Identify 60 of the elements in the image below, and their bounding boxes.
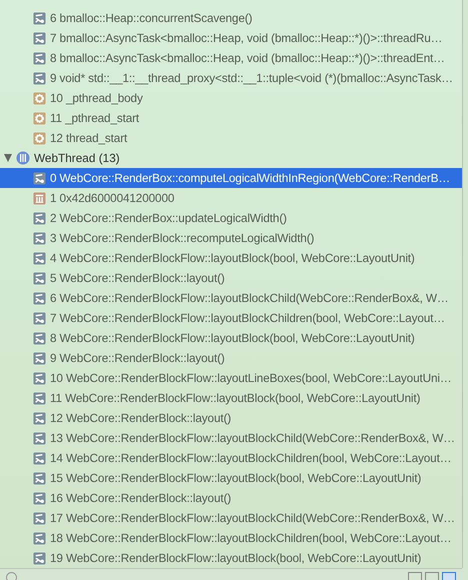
stack-frame-row[interactable]: 13 WebCore::RenderBlockFlow::layoutBlockChild(WebCore::RenderBox&, W…: [0, 428, 462, 448]
stack-frame-row[interactable]: 7 bmalloc::AsyncTask<bmalloc::Heap, void (bmalloc::Heap::*)()>::threadRu…: [0, 28, 462, 48]
stack-frame-row[interactable]: 14 WebCore::RenderBlockFlow::layoutBlockChildren(bool, WebCore::Layout…: [0, 448, 462, 468]
function-icon: [33, 412, 46, 424]
function-icon: [33, 32, 46, 44]
stack-frame-row[interactable]: 11 _pthread_start: [0, 108, 462, 128]
stack-frame-row[interactable]: 10 _pthread_body: [0, 88, 462, 108]
function-icon: [33, 552, 46, 564]
function-icon: [33, 312, 46, 324]
stack-frame-row[interactable]: 9 WebCore::RenderBlock::layout(): [0, 348, 462, 368]
stack-frame-row[interactable]: 8 WebCore::RenderBlockFlow::layoutBlock(bool, WebCore::LayoutUnit): [0, 328, 462, 348]
function-icon: [33, 252, 46, 264]
columns-icon: [33, 192, 46, 204]
function-icon: [33, 432, 46, 444]
stack-frame-row[interactable]: 6 bmalloc::Heap::concurrentScavenge(): [0, 8, 462, 28]
stack-frame-row[interactable]: 6 WebCore::RenderBlockFlow::layoutBlockChild(WebCore::RenderBox&, W…: [0, 288, 462, 308]
function-icon: [33, 472, 46, 484]
gear-icon: [33, 132, 46, 144]
stack-frame-row[interactable]: 15 WebCore::RenderBlockFlow::layoutBlock(bool, WebCore::LayoutUnit): [0, 468, 462, 488]
stack-frame-row[interactable]: 18 WebCore::RenderBlockFlow::layoutBlockChildren(bool, WebCore::Layout…: [0, 528, 462, 548]
function-icon: [33, 292, 46, 304]
filter-toggle-button[interactable]: [442, 572, 456, 580]
stack-frame-row[interactable]: 8 bmalloc::AsyncTask<bmalloc::Heap, void (bmalloc::Heap::*)()>::threadEnt…: [0, 48, 462, 68]
stack-frame-row[interactable]: 10 WebCore::RenderBlockFlow::layoutLineBoxes(bool, WebCore::LayoutUni…: [0, 368, 462, 388]
stack-frame-row[interactable]: 0 WebCore::RenderBox::computeLogicalWidthInRegion(WebCore::RenderB…: [0, 168, 462, 188]
filter-toggle-button[interactable]: [425, 572, 439, 580]
stack-frame-row[interactable]: 4 WebCore::RenderBlockFlow::layoutBlock(bool, WebCore::LayoutUnit): [0, 248, 462, 268]
stack-frame-row[interactable]: 12 thread_start: [0, 128, 462, 148]
stack-frame-row[interactable]: 3 WebCore::RenderBlock::recomputeLogicalWidth(): [0, 228, 462, 248]
stack-frame-row[interactable]: 7 WebCore::RenderBlockFlow::layoutBlockChildren(bool, WebCore::Layout…: [0, 308, 462, 328]
stack-frame-row[interactable]: 12 WebCore::RenderBlock::layout(): [0, 408, 462, 428]
function-icon: [33, 392, 46, 404]
gear-icon: [33, 92, 46, 104]
function-icon: [33, 512, 46, 524]
function-icon: [33, 492, 46, 504]
function-icon: [33, 532, 46, 544]
stack-frame-row[interactable]: 11 WebCore::RenderBlockFlow::layoutBlock(bool, WebCore::LayoutUnit): [0, 388, 462, 408]
thread-name: WebThread (13): [34, 151, 120, 165]
stack-frame-row[interactable]: 16 WebCore::RenderBlock::layout(): [0, 488, 462, 508]
function-icon: [33, 172, 46, 184]
function-icon: [33, 332, 46, 344]
filter-icon[interactable]: [6, 572, 17, 580]
thread-icon: [16, 151, 30, 165]
gear-icon: [33, 112, 46, 124]
function-icon: [33, 452, 46, 464]
stack-frame-row[interactable]: 1 0x42d6000041200000: [0, 188, 462, 208]
function-icon: [33, 72, 46, 84]
function-icon: [33, 352, 46, 364]
stack-frame-row[interactable]: 2 WebCore::RenderBox::updateLogicalWidth(): [0, 208, 462, 228]
function-icon: [33, 212, 46, 224]
function-icon: [33, 372, 46, 384]
stack-frame-row[interactable]: 9 void* std::__1::__thread_proxy<std::__1::tuple<void (*)(bmalloc::AsyncTask…: [0, 68, 462, 88]
function-icon: [33, 12, 46, 24]
stack-frame-row[interactable]: 5 WebCore::RenderBlock::layout(): [0, 268, 462, 288]
stack-frame-row[interactable]: 19 WebCore::RenderBlockFlow::layoutBlock(bool, WebCore::LayoutUnit): [0, 548, 462, 568]
stack-frame-row[interactable]: 17 WebCore::RenderBlockFlow::layoutBlockChild(WebCore::RenderBox&, W…: [0, 508, 462, 528]
function-icon: [33, 272, 46, 284]
filter-toggle-button[interactable]: [408, 572, 422, 580]
function-icon: [33, 232, 46, 244]
function-icon: [33, 52, 46, 64]
